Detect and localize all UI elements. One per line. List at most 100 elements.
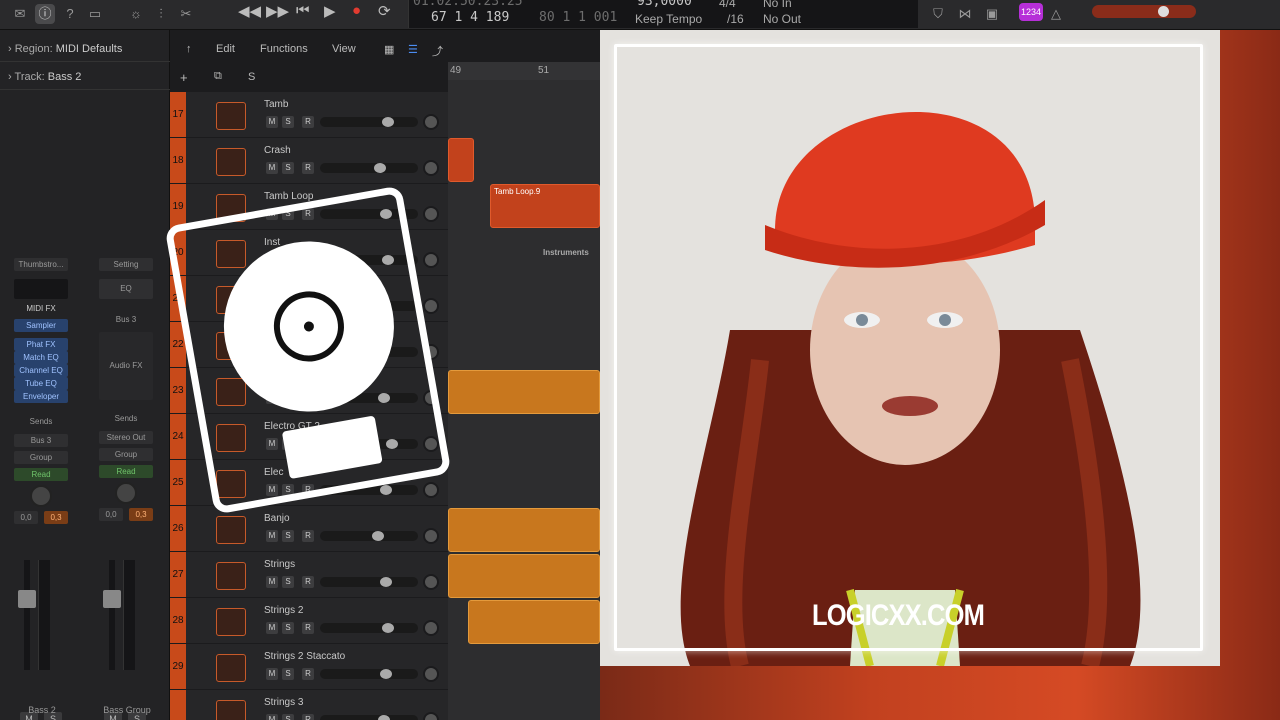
track-name[interactable]: Crash bbox=[264, 145, 291, 156]
pan-value[interactable]: 0,0 bbox=[99, 508, 123, 521]
volume-slider[interactable] bbox=[320, 531, 418, 541]
volume-knob[interactable] bbox=[380, 485, 392, 495]
volume-slider[interactable] bbox=[320, 577, 418, 587]
add-track-icon[interactable]: + bbox=[180, 70, 188, 85]
volume-knob[interactable] bbox=[372, 531, 384, 541]
volume-fader[interactable] bbox=[16, 560, 56, 680]
track-name[interactable]: Banjo bbox=[264, 513, 290, 524]
toolbar-icon[interactable]: ▭ bbox=[85, 4, 105, 24]
play-icon[interactable]: ▶ bbox=[324, 2, 336, 20]
pan-knob[interactable] bbox=[423, 206, 439, 222]
gain-value[interactable]: 0,3 bbox=[44, 511, 68, 524]
pan-knob[interactable] bbox=[423, 620, 439, 636]
setting-button[interactable]: Setting bbox=[99, 258, 153, 271]
inspector-icon[interactable]: ⓘ bbox=[35, 4, 55, 24]
lcd-display[interactable]: 01:02:50:23.25 67 1 4 189 80 1 1 001 93,… bbox=[408, 0, 918, 28]
mute-button[interactable]: M bbox=[266, 714, 278, 720]
record-enable-button[interactable]: R bbox=[302, 714, 314, 720]
record-enable-button[interactable]: R bbox=[302, 162, 314, 174]
duplicate-track-icon[interactable]: ⧉ bbox=[214, 70, 222, 83]
region-inspector[interactable]: › Region: MIDI Defaults bbox=[0, 36, 170, 62]
volume-knob[interactable] bbox=[382, 117, 394, 127]
pan-knob[interactable] bbox=[423, 482, 439, 498]
midi-region[interactable] bbox=[468, 600, 600, 644]
gain-value[interactable]: 0,3 bbox=[129, 508, 153, 521]
pan-knob[interactable] bbox=[423, 666, 439, 682]
list-icon[interactable]: ☰ bbox=[408, 43, 418, 56]
pan-value[interactable]: 0,0 bbox=[14, 511, 38, 524]
editors-icon[interactable]: ✂ bbox=[176, 4, 196, 24]
track-name[interactable]: Strings 3 bbox=[264, 697, 303, 708]
midi-region[interactable] bbox=[448, 508, 600, 552]
link-bus[interactable]: Bus 3 bbox=[99, 313, 153, 326]
pan-knob[interactable] bbox=[423, 528, 439, 544]
count-in-badge[interactable]: 1234 bbox=[1019, 3, 1043, 21]
mute-button[interactable]: M bbox=[266, 668, 278, 680]
plugin-slot[interactable]: Sampler bbox=[14, 319, 68, 332]
fader-cap[interactable] bbox=[18, 590, 36, 608]
plugin-slot[interactable]: Channel EQ bbox=[14, 364, 68, 377]
up-arrow-icon[interactable]: ↑ bbox=[186, 43, 192, 55]
volume-slider[interactable] bbox=[320, 623, 418, 633]
track-name[interactable]: Tamb Loop bbox=[264, 191, 313, 202]
audio-fx-slot[interactable]: Audio FX bbox=[99, 332, 153, 400]
volume-slider[interactable] bbox=[320, 117, 418, 127]
help-icon[interactable]: ? bbox=[60, 4, 80, 24]
edit-menu[interactable]: Edit bbox=[216, 43, 235, 55]
group-slot[interactable]: Group bbox=[14, 451, 68, 464]
mute-button[interactable]: M bbox=[266, 116, 278, 128]
eq-slot[interactable]: EQ bbox=[99, 279, 153, 299]
mute-button[interactable]: M bbox=[266, 622, 278, 634]
track-row[interactable]: 29 Strings 2 Staccato M S R bbox=[170, 644, 448, 690]
plugin-slot[interactable]: Tube EQ bbox=[14, 377, 68, 390]
solo-button[interactable]: S bbox=[282, 530, 294, 542]
volume-fader[interactable] bbox=[101, 560, 141, 680]
midi-region[interactable] bbox=[448, 370, 600, 414]
track-inspector[interactable]: › Track: Bass 2 bbox=[0, 64, 170, 90]
mixer-icon[interactable]: ⫶ bbox=[151, 4, 171, 24]
midi-region[interactable] bbox=[448, 554, 600, 598]
output-slot[interactable]: Stereo Out bbox=[99, 431, 153, 444]
track-row[interactable]: 17 Tamb M S R bbox=[170, 92, 448, 138]
plugin-slot[interactable]: Match EQ bbox=[14, 351, 68, 364]
track-row[interactable]: Strings 3 MS R bbox=[170, 690, 448, 720]
track-row[interactable]: 28 Strings 2 MSR bbox=[170, 598, 448, 644]
volume-knob[interactable] bbox=[378, 715, 390, 720]
master-volume-slider[interactable] bbox=[1092, 5, 1196, 18]
solo-button[interactable]: S bbox=[282, 714, 294, 720]
mute-button[interactable]: M bbox=[266, 162, 278, 174]
track-name[interactable]: Tamb bbox=[264, 99, 288, 110]
bounce-icon[interactable]: ▣ bbox=[982, 4, 1002, 24]
record-enable-button[interactable]: R bbox=[302, 530, 314, 542]
pan-knob[interactable] bbox=[423, 160, 439, 176]
mute-button[interactable]: M bbox=[266, 530, 278, 542]
record-icon[interactable]: ● bbox=[352, 2, 361, 19]
region-tamb-loop[interactable]: Tamb Loop.9 bbox=[490, 184, 600, 228]
track-name[interactable]: Strings 2 bbox=[264, 605, 303, 616]
region-instruments[interactable]: Instruments bbox=[540, 246, 600, 260]
fader-cap[interactable] bbox=[103, 590, 121, 608]
track-name[interactable]: Strings 2 Staccato bbox=[264, 651, 345, 662]
metronome-icon[interactable]: △ bbox=[1046, 4, 1066, 24]
pan-knob[interactable] bbox=[423, 574, 439, 590]
volume-knob[interactable] bbox=[374, 163, 386, 173]
record-enable-button[interactable]: R bbox=[302, 116, 314, 128]
library-icon[interactable]: ✉ bbox=[10, 4, 30, 24]
functions-menu[interactable]: Functions bbox=[260, 43, 308, 55]
midi-fx-label[interactable]: MIDI FX bbox=[14, 302, 68, 315]
smart-controls-icon[interactable]: ☼ bbox=[126, 4, 146, 24]
solo-button[interactable]: S bbox=[282, 622, 294, 634]
solo-global-button[interactable]: S bbox=[248, 71, 255, 83]
record-enable-button[interactable]: R bbox=[302, 576, 314, 588]
volume-slider[interactable] bbox=[320, 669, 418, 679]
solo-button[interactable]: S bbox=[282, 576, 294, 588]
pan-knob[interactable] bbox=[423, 298, 439, 314]
bus-slot[interactable]: Bus 3 bbox=[14, 434, 68, 447]
master-volume-knob[interactable] bbox=[1158, 6, 1169, 17]
view-menu[interactable]: View bbox=[332, 43, 356, 55]
tuner-icon[interactable]: ⋈ bbox=[955, 4, 975, 24]
group-slot[interactable]: Group bbox=[99, 448, 153, 461]
shield-icon[interactable]: ⛉ bbox=[928, 4, 948, 24]
curve-icon[interactable]: ⤴ bbox=[432, 43, 443, 59]
automation-read[interactable]: Read bbox=[14, 468, 68, 481]
